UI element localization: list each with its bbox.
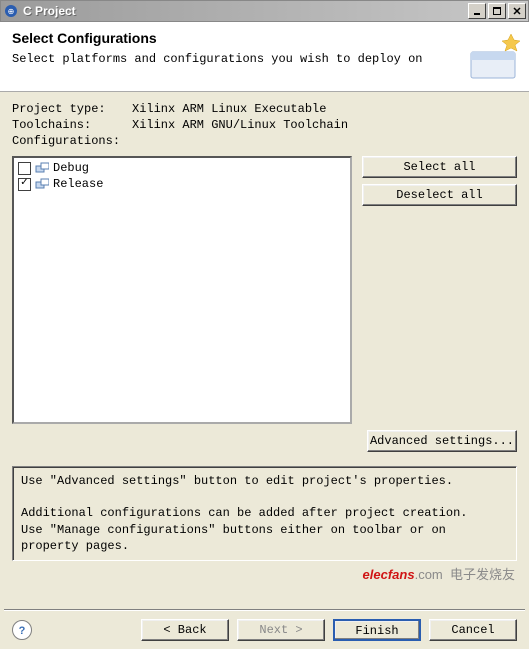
watermark: elecfans.com 电子发烧友: [363, 564, 515, 583]
deselect-all-button[interactable]: Deselect all: [362, 184, 517, 206]
svg-text:?: ?: [19, 625, 26, 636]
page-title: Select Configurations: [12, 30, 517, 46]
advanced-settings-button[interactable]: Advanced settings...: [367, 430, 517, 452]
info-line: Use "Advanced settings" button to edit p…: [21, 473, 508, 489]
info-panel: Use "Advanced settings" button to edit p…: [12, 466, 517, 561]
wizard-header: Select Configurations Select platforms a…: [0, 22, 529, 92]
maximize-button[interactable]: [488, 3, 506, 19]
toolchains-label: Toolchains:: [12, 118, 132, 132]
config-icon: [35, 162, 49, 174]
cancel-button[interactable]: Cancel: [429, 619, 517, 641]
help-icon[interactable]: ?: [12, 620, 32, 640]
wizard-banner-icon: [463, 28, 523, 84]
configurations-list[interactable]: Debug ✓ Release: [12, 156, 352, 424]
config-name: Debug: [53, 161, 89, 175]
svg-text:⊕: ⊕: [8, 7, 15, 16]
info-line: Additional configurations can be added a…: [21, 505, 508, 521]
titlebar: ⊕ C Project: [0, 0, 529, 22]
checkbox-debug[interactable]: [18, 162, 31, 175]
close-button[interactable]: [508, 3, 526, 19]
app-icon: ⊕: [3, 3, 19, 19]
configurations-label: Configurations:: [12, 134, 132, 148]
checkbox-release[interactable]: ✓: [18, 178, 31, 191]
list-item[interactable]: Debug: [16, 160, 348, 176]
project-type-label: Project type:: [12, 102, 132, 116]
config-icon: [35, 178, 49, 190]
window-title: C Project: [23, 4, 468, 18]
info-line: Use "Manage configurations" buttons eith…: [21, 522, 508, 554]
finish-button[interactable]: Finish: [333, 619, 421, 641]
back-button[interactable]: < Back: [141, 619, 229, 641]
toolchains-value: Xilinx ARM GNU/Linux Toolchain: [132, 118, 348, 132]
select-all-button[interactable]: Select all: [362, 156, 517, 178]
wizard-footer: ? < Back Next > Finish Cancel: [0, 611, 529, 649]
page-subtitle: Select platforms and configurations you …: [12, 52, 517, 66]
minimize-button[interactable]: [468, 3, 486, 19]
list-item[interactable]: ✓ Release: [16, 176, 348, 192]
next-button[interactable]: Next >: [237, 619, 325, 641]
config-name: Release: [53, 177, 103, 191]
wizard-content: Project type: Xilinx ARM Linux Executabl…: [0, 92, 529, 458]
project-type-value: Xilinx ARM Linux Executable: [132, 102, 326, 116]
